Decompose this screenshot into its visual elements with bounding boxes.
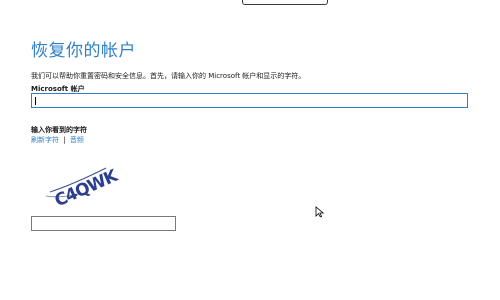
text-caret [35, 97, 36, 105]
captcha-text: C4QWK [52, 166, 122, 208]
top-partial-button[interactable] [242, 0, 328, 5]
captcha-label: 输入你看到的字符 [31, 126, 87, 134]
recover-account-page: 恢复你的帐户 我们可以帮助你重置密码和安全信息。首先，请输入你的 Microso… [0, 0, 500, 300]
page-description: 我们可以帮助你重置密码和安全信息。首先，请输入你的 Microsoft 帐户和显… [31, 72, 306, 80]
audio-link[interactable]: 音频 [70, 136, 84, 144]
microsoft-account-input[interactable] [31, 93, 468, 108]
mouse-pointer-icon [315, 206, 325, 218]
captcha-image: C4QWK [45, 166, 122, 208]
page-title: 恢复你的帐户 [31, 41, 136, 61]
link-separator: | [63, 136, 66, 144]
captcha-links: 刷新字符 | 音频 [31, 135, 84, 145]
captcha-input[interactable] [31, 216, 176, 231]
new-characters-link[interactable]: 刷新字符 [31, 136, 59, 144]
